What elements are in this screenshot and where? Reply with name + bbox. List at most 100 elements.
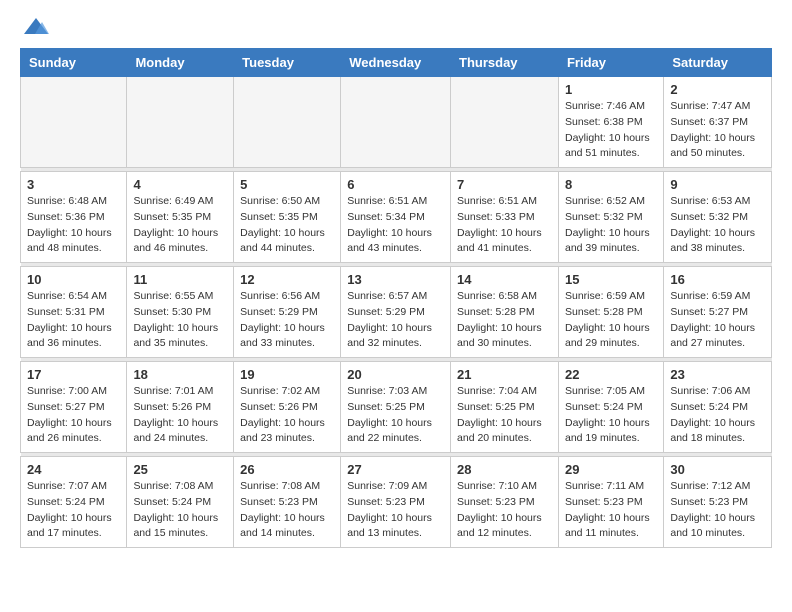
weekday-header-wednesday: Wednesday: [341, 49, 451, 77]
day-number: 21: [457, 367, 552, 382]
day-info: Sunrise: 6:59 AM Sunset: 5:28 PM Dayligh…: [565, 289, 657, 352]
weekday-header-friday: Friday: [558, 49, 663, 77]
day-number: 13: [347, 272, 444, 287]
day-number: 7: [457, 177, 552, 192]
calendar-cell: 10 Sunrise: 6:54 AM Sunset: 5:31 PM Dayli…: [21, 267, 127, 358]
day-number: 12: [240, 272, 334, 287]
day-info: Sunrise: 6:48 AM Sunset: 5:36 PM Dayligh…: [27, 194, 120, 257]
day-number: 9: [670, 177, 765, 192]
day-info: Sunrise: 6:53 AM Sunset: 5:32 PM Dayligh…: [670, 194, 765, 257]
day-info: Sunrise: 7:02 AM Sunset: 5:26 PM Dayligh…: [240, 384, 334, 447]
day-number: 6: [347, 177, 444, 192]
calendar-cell: 23 Sunrise: 7:06 AM Sunset: 5:24 PM Dayli…: [664, 362, 772, 453]
day-number: 11: [133, 272, 227, 287]
day-info: Sunrise: 6:57 AM Sunset: 5:29 PM Dayligh…: [347, 289, 444, 352]
day-info: Sunrise: 7:47 AM Sunset: 6:37 PM Dayligh…: [670, 99, 765, 162]
day-number: 25: [133, 462, 227, 477]
day-info: Sunrise: 6:51 AM Sunset: 5:33 PM Dayligh…: [457, 194, 552, 257]
calendar-cell: 2 Sunrise: 7:47 AM Sunset: 6:37 PM Daylig…: [664, 77, 772, 168]
calendar-cell: 28Sunrise: 7:10 AM Sunset: 5:23 PM Dayli…: [451, 457, 559, 548]
calendar-cell: 16Sunrise: 6:59 AM Sunset: 5:27 PM Dayli…: [664, 267, 772, 358]
day-number: 10: [27, 272, 120, 287]
day-info: Sunrise: 6:59 AM Sunset: 5:27 PM Dayligh…: [670, 289, 765, 352]
day-info: Sunrise: 6:55 AM Sunset: 5:30 PM Dayligh…: [133, 289, 227, 352]
day-number: 26: [240, 462, 334, 477]
calendar-cell: 19 Sunrise: 7:02 AM Sunset: 5:26 PM Dayli…: [234, 362, 341, 453]
weekday-header-sunday: Sunday: [21, 49, 127, 77]
calendar-cell: 13 Sunrise: 6:57 AM Sunset: 5:29 PM Dayli…: [341, 267, 451, 358]
day-number: 30: [670, 462, 765, 477]
calendar-cell: 20 Sunrise: 7:03 AM Sunset: 5:25 PM Dayli…: [341, 362, 451, 453]
calendar-cell: 25 Sunrise: 7:08 AM Sunset: 5:24 PM Dayli…: [127, 457, 234, 548]
page: SundayMondayTuesdayWednesdayThursdayFrid…: [0, 0, 792, 564]
day-info: Sunrise: 6:50 AM Sunset: 5:35 PM Dayligh…: [240, 194, 334, 257]
calendar-cell: 21 Sunrise: 7:04 AM Sunset: 5:25 PM Dayli…: [451, 362, 559, 453]
calendar-cell: 27Sunrise: 7:09 AM Sunset: 5:23 PM Dayli…: [341, 457, 451, 548]
day-info: Sunrise: 6:49 AM Sunset: 5:35 PM Dayligh…: [133, 194, 227, 257]
calendar-cell: 18 Sunrise: 7:01 AM Sunset: 5:26 PM Dayli…: [127, 362, 234, 453]
weekday-header-thursday: Thursday: [451, 49, 559, 77]
day-number: 24: [27, 462, 120, 477]
day-number: 28: [457, 462, 552, 477]
calendar-week-3: 17 Sunrise: 7:00 AM Sunset: 5:27 PM Dayli…: [21, 362, 772, 453]
calendar-cell: 3Sunrise: 6:48 AM Sunset: 5:36 PM Daylig…: [21, 172, 127, 263]
day-info: Sunrise: 6:52 AM Sunset: 5:32 PM Dayligh…: [565, 194, 657, 257]
calendar-cell: 9 Sunrise: 6:53 AM Sunset: 5:32 PM Daylig…: [664, 172, 772, 263]
day-info: Sunrise: 7:12 AM Sunset: 5:23 PM Dayligh…: [670, 479, 765, 542]
day-info: Sunrise: 7:01 AM Sunset: 5:26 PM Dayligh…: [133, 384, 227, 447]
day-number: 14: [457, 272, 552, 287]
calendar-cell: [451, 77, 559, 168]
day-number: 29: [565, 462, 657, 477]
day-number: 4: [133, 177, 227, 192]
calendar-cell: 17 Sunrise: 7:00 AM Sunset: 5:27 PM Dayli…: [21, 362, 127, 453]
day-info: Sunrise: 7:06 AM Sunset: 5:24 PM Dayligh…: [670, 384, 765, 447]
calendar-cell: 15 Sunrise: 6:59 AM Sunset: 5:28 PM Dayli…: [558, 267, 663, 358]
calendar-cell: 1Sunrise: 7:46 AM Sunset: 6:38 PM Daylig…: [558, 77, 663, 168]
calendar-week-2: 10 Sunrise: 6:54 AM Sunset: 5:31 PM Dayli…: [21, 267, 772, 358]
logo-icon: [22, 16, 50, 38]
day-info: Sunrise: 6:51 AM Sunset: 5:34 PM Dayligh…: [347, 194, 444, 257]
calendar-cell: 11 Sunrise: 6:55 AM Sunset: 5:30 PM Dayli…: [127, 267, 234, 358]
day-number: 15: [565, 272, 657, 287]
calendar-week-1: 3Sunrise: 6:48 AM Sunset: 5:36 PM Daylig…: [21, 172, 772, 263]
day-info: Sunrise: 7:00 AM Sunset: 5:27 PM Dayligh…: [27, 384, 120, 447]
day-info: Sunrise: 6:54 AM Sunset: 5:31 PM Dayligh…: [27, 289, 120, 352]
calendar: SundayMondayTuesdayWednesdayThursdayFrid…: [20, 48, 772, 548]
calendar-cell: 6 Sunrise: 6:51 AM Sunset: 5:34 PM Daylig…: [341, 172, 451, 263]
day-number: 22: [565, 367, 657, 382]
day-info: Sunrise: 7:04 AM Sunset: 5:25 PM Dayligh…: [457, 384, 552, 447]
header: [20, 16, 772, 38]
calendar-cell: 4 Sunrise: 6:49 AM Sunset: 5:35 PM Daylig…: [127, 172, 234, 263]
calendar-cell: 22 Sunrise: 7:05 AM Sunset: 5:24 PM Dayli…: [558, 362, 663, 453]
day-info: Sunrise: 7:03 AM Sunset: 5:25 PM Dayligh…: [347, 384, 444, 447]
day-number: 17: [27, 367, 120, 382]
day-info: Sunrise: 7:05 AM Sunset: 5:24 PM Dayligh…: [565, 384, 657, 447]
calendar-cell: [21, 77, 127, 168]
calendar-cell: 26Sunrise: 7:08 AM Sunset: 5:23 PM Dayli…: [234, 457, 341, 548]
day-number: 20: [347, 367, 444, 382]
day-info: Sunrise: 7:08 AM Sunset: 5:24 PM Dayligh…: [133, 479, 227, 542]
calendar-cell: [234, 77, 341, 168]
calendar-cell: 30 Sunrise: 7:12 AM Sunset: 5:23 PM Dayli…: [664, 457, 772, 548]
weekday-header-monday: Monday: [127, 49, 234, 77]
day-number: 23: [670, 367, 765, 382]
day-info: Sunrise: 7:11 AM Sunset: 5:23 PM Dayligh…: [565, 479, 657, 542]
logo: [20, 16, 50, 38]
calendar-cell: 14Sunrise: 6:58 AM Sunset: 5:28 PM Dayli…: [451, 267, 559, 358]
day-number: 19: [240, 367, 334, 382]
day-number: 8: [565, 177, 657, 192]
calendar-cell: 12 Sunrise: 6:56 AM Sunset: 5:29 PM Dayli…: [234, 267, 341, 358]
day-number: 18: [133, 367, 227, 382]
day-info: Sunrise: 6:56 AM Sunset: 5:29 PM Dayligh…: [240, 289, 334, 352]
day-number: 2: [670, 82, 765, 97]
calendar-cell: 8 Sunrise: 6:52 AM Sunset: 5:32 PM Daylig…: [558, 172, 663, 263]
day-number: 5: [240, 177, 334, 192]
day-number: 27: [347, 462, 444, 477]
calendar-cell: [127, 77, 234, 168]
calendar-week-0: 1Sunrise: 7:46 AM Sunset: 6:38 PM Daylig…: [21, 77, 772, 168]
weekday-header-row: SundayMondayTuesdayWednesdayThursdayFrid…: [21, 49, 772, 77]
calendar-cell: 29 Sunrise: 7:11 AM Sunset: 5:23 PM Dayli…: [558, 457, 663, 548]
calendar-cell: 24Sunrise: 7:07 AM Sunset: 5:24 PM Dayli…: [21, 457, 127, 548]
calendar-cell: [341, 77, 451, 168]
calendar-week-4: 24Sunrise: 7:07 AM Sunset: 5:24 PM Dayli…: [21, 457, 772, 548]
